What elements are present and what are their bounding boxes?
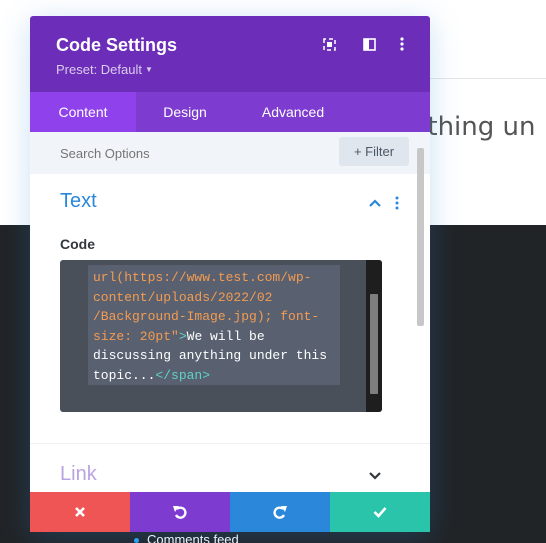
redo-button[interactable] [230, 492, 330, 532]
code-line: content/uploads/2022/02 [93, 289, 273, 305]
comments-feed-link[interactable]: Comments feed [134, 532, 239, 543]
close-button[interactable] [30, 492, 130, 532]
filter-button[interactable]: + Filter [339, 137, 409, 166]
check-icon [373, 507, 387, 518]
section-divider [30, 443, 430, 444]
redo-icon [273, 506, 287, 519]
undo-icon [173, 506, 187, 519]
text-section-title[interactable]: Text [60, 190, 97, 213]
undo-button[interactable] [130, 492, 230, 532]
chevron-up-icon[interactable] [366, 196, 384, 210]
panel-scrollbar[interactable] [417, 148, 424, 326]
code-field-label: Code [60, 236, 95, 252]
editor-scroll-thumb[interactable] [370, 294, 378, 394]
caret-down-icon: ▼ [145, 65, 153, 74]
header-divider [430, 78, 546, 79]
preset-selector[interactable]: Preset: Default ▼ [56, 62, 153, 77]
sidebar-icon[interactable] [361, 36, 377, 52]
chevron-down-icon[interactable] [366, 468, 384, 482]
more-icon[interactable] [394, 36, 410, 52]
close-icon [75, 507, 85, 517]
editor-scrollbar[interactable] [366, 260, 382, 412]
save-button[interactable] [330, 492, 430, 532]
bullet-icon [134, 538, 139, 543]
code-tag: </span> [155, 367, 211, 383]
modal-header: Code Settings Preset: Default ▼ [30, 16, 430, 92]
page-heading-fragment: ything un [412, 112, 536, 142]
search-bar: + Filter [30, 132, 430, 174]
section-options-icon[interactable] [393, 196, 401, 210]
code-tag: > [178, 328, 187, 344]
expand-icon[interactable] [321, 36, 337, 52]
tab-design[interactable]: Design [136, 92, 234, 132]
comments-feed-label: Comments feed [147, 532, 239, 543]
tab-advanced[interactable]: Advanced [234, 92, 352, 132]
link-section-title[interactable]: Link [60, 463, 97, 486]
code-settings-modal: Code Settings Preset: Default ▼ Content D… [30, 16, 430, 532]
modal-title: Code Settings [56, 35, 178, 55]
code-string: size: 20pt" [93, 328, 179, 344]
code-line: /Background-Image.jpg); font- [93, 309, 320, 324]
code-editor[interactable]: url(https://www.test.com/wp-content/uplo… [60, 260, 382, 412]
search-input[interactable] [60, 132, 310, 174]
tab-content[interactable]: Content [30, 92, 136, 132]
preset-label: Preset: Default [56, 62, 142, 77]
code-line: url(https://www.test.com/wp- [93, 270, 312, 285]
code-text: url(https://www.test.com/wp-content/uplo… [93, 268, 327, 385]
modal-footer [30, 492, 430, 532]
code-text-content: topic... [93, 367, 156, 383]
code-line: discussing anything under this [93, 348, 328, 363]
tab-bar: Content Design Advanced [30, 92, 430, 132]
code-text-content: We will be [186, 328, 265, 344]
